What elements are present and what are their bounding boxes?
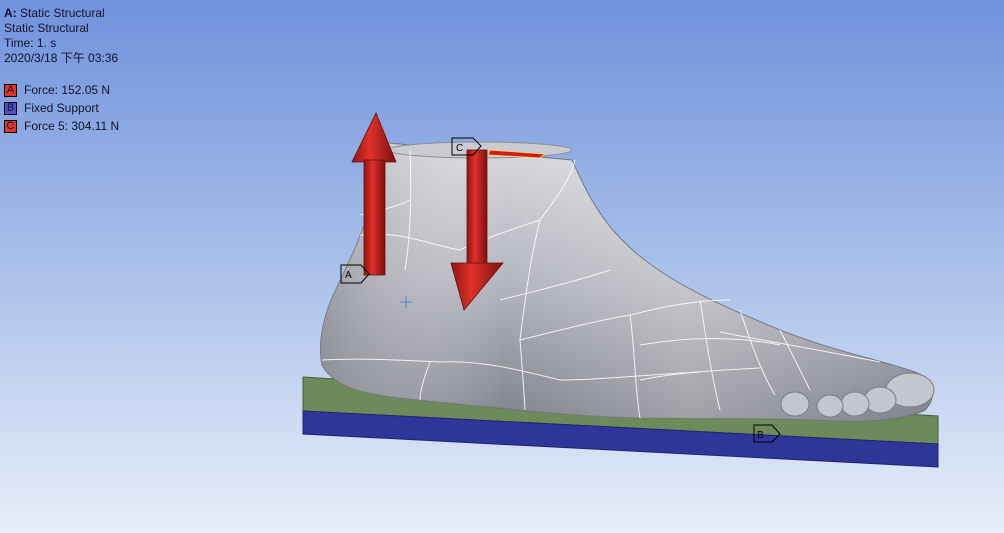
tag-c-letter: C — [456, 143, 463, 154]
analysis-timestamp: 2020/3/18 下午 03:36 — [4, 51, 119, 65]
force-c-shaft — [466, 149, 488, 266]
toe-3 — [840, 391, 870, 417]
legend-label-b: Fixed Support — [24, 101, 99, 115]
analysis-time: Time: 1. s — [4, 36, 57, 50]
analysis-title-line: A: Static Structural — [4, 6, 118, 21]
force-a-head — [351, 112, 397, 163]
legend-label-c: Force 5: 304.11 N — [24, 119, 120, 133]
legend-swatch-b: B — [4, 101, 17, 115]
foot-model[interactable] — [319, 141, 935, 422]
tag-a-letter: A — [345, 270, 352, 281]
force-a-shaft — [363, 159, 386, 276]
foot-shading — [320, 143, 933, 422]
toe-5 — [780, 391, 810, 417]
legend-item-a[interactable]: A Force: 152.05 N — [4, 81, 119, 99]
tag-b-letter: B — [757, 430, 764, 441]
legend-swatch-a: A — [4, 83, 17, 97]
analysis-info-panel: A: Static Structural Static Structural T… — [4, 6, 118, 66]
analysis-title: Static Structural — [20, 6, 105, 20]
legend-item-b[interactable]: B Fixed Support — [4, 99, 119, 117]
toe-4 — [816, 394, 844, 418]
analysis-type: Static Structural — [4, 21, 89, 35]
toe-2 — [863, 386, 897, 414]
legend-item-c[interactable]: C Force 5: 304.11 N — [4, 117, 119, 135]
legend-label-a: Force: 152.05 N — [24, 83, 111, 97]
model-viewport[interactable]: A B C — [0, 0, 1004, 533]
analysis-prefix: A: — [4, 6, 17, 20]
legend-swatch-c: C — [4, 119, 17, 133]
boundary-condition-legend: A Force: 152.05 N B Fixed Support C Forc… — [4, 81, 119, 135]
